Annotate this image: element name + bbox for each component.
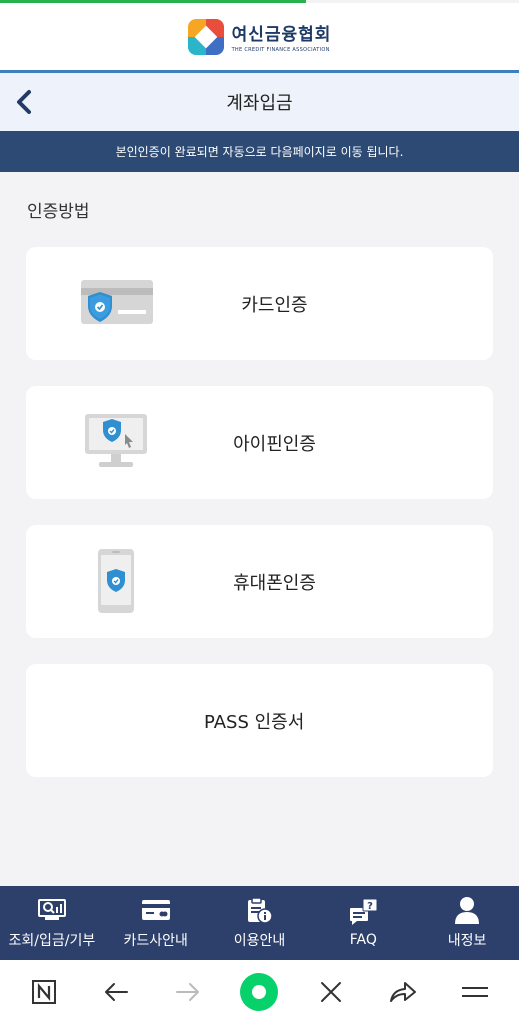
user-icon [454, 896, 480, 924]
green-dot-button[interactable] [233, 966, 285, 1018]
tab-label: FAQ [349, 932, 377, 948]
back-arrow-icon [104, 983, 128, 1001]
tab-label: 내정보 [447, 933, 487, 949]
back-button[interactable] [6, 82, 42, 122]
tab-card-company[interactable]: 카드사안내 [104, 886, 208, 960]
svg-text:?: ? [367, 901, 373, 912]
tab-inquiry[interactable]: 조회/입금/기부 [0, 886, 104, 960]
notice-banner: 본인인증이 완료되면 자동으로 다음페이지로 이동 됩니다. [0, 131, 519, 172]
method-label: 휴대폰인증 [233, 572, 316, 594]
browser-forward-button[interactable] [162, 966, 214, 1018]
brand-header: 여신금융협회 THE CREDIT FINANCE ASSOCIATION [0, 3, 519, 70]
share-button[interactable] [377, 966, 429, 1018]
browser-toolbar [0, 960, 519, 1024]
ipin-auth-button[interactable]: 아이핀인증 [26, 386, 493, 499]
naver-home-icon [31, 980, 56, 1004]
method-label: PASS 인증서 [204, 711, 305, 733]
pass-auth-button[interactable]: PASS 인증서 [26, 664, 493, 777]
brand-name: 여신금융협회 [231, 25, 332, 45]
close-icon [321, 982, 342, 1002]
chevron-left-icon [17, 90, 31, 114]
phone-auth-button[interactable]: 휴대폰인증 [26, 525, 493, 638]
browser-menu-button[interactable] [449, 966, 501, 1018]
green-dot-icon [240, 973, 279, 1011]
section-label: 인증방법 [27, 202, 90, 222]
card-shield-icon [76, 267, 156, 339]
tab-label: 조회/입금/기부 [8, 933, 96, 949]
brand-subtitle: THE CREDIT FINANCE ASSOCIATION [231, 47, 330, 53]
tab-label: 이용안내 [233, 933, 286, 949]
forward-arrow-icon [175, 983, 199, 1001]
method-label: 카드인증 [241, 294, 308, 316]
tab-label: 카드사안내 [123, 933, 188, 949]
brand-logo-icon [187, 18, 224, 55]
bottom-tab-bar: 조회/입금/기부 카드사안내 이용안내 ? FAQ 내정보 [0, 886, 519, 960]
tab-usage-guide[interactable]: 이용안내 [208, 886, 312, 960]
phone-shield-icon [76, 545, 156, 617]
credit-card-icon [141, 896, 171, 924]
share-icon [390, 982, 417, 1002]
clipboard-info-icon [245, 896, 274, 924]
browser-back-button[interactable] [90, 966, 142, 1018]
tab-faq[interactable]: ? FAQ [311, 886, 415, 960]
menu-icon [461, 987, 488, 997]
chat-question-icon: ? [348, 898, 378, 926]
tab-my-info[interactable]: 내정보 [415, 886, 519, 960]
browser-close-button[interactable] [305, 966, 357, 1018]
page-title: 계좌입금 [226, 93, 293, 114]
naver-home-button[interactable] [18, 966, 70, 1018]
page-header: 계좌입금 [0, 73, 519, 131]
search-chart-icon [37, 896, 67, 924]
method-label: 아이핀인증 [233, 433, 316, 455]
monitor-shield-icon [76, 406, 156, 478]
card-auth-button[interactable]: 카드인증 [26, 247, 493, 360]
